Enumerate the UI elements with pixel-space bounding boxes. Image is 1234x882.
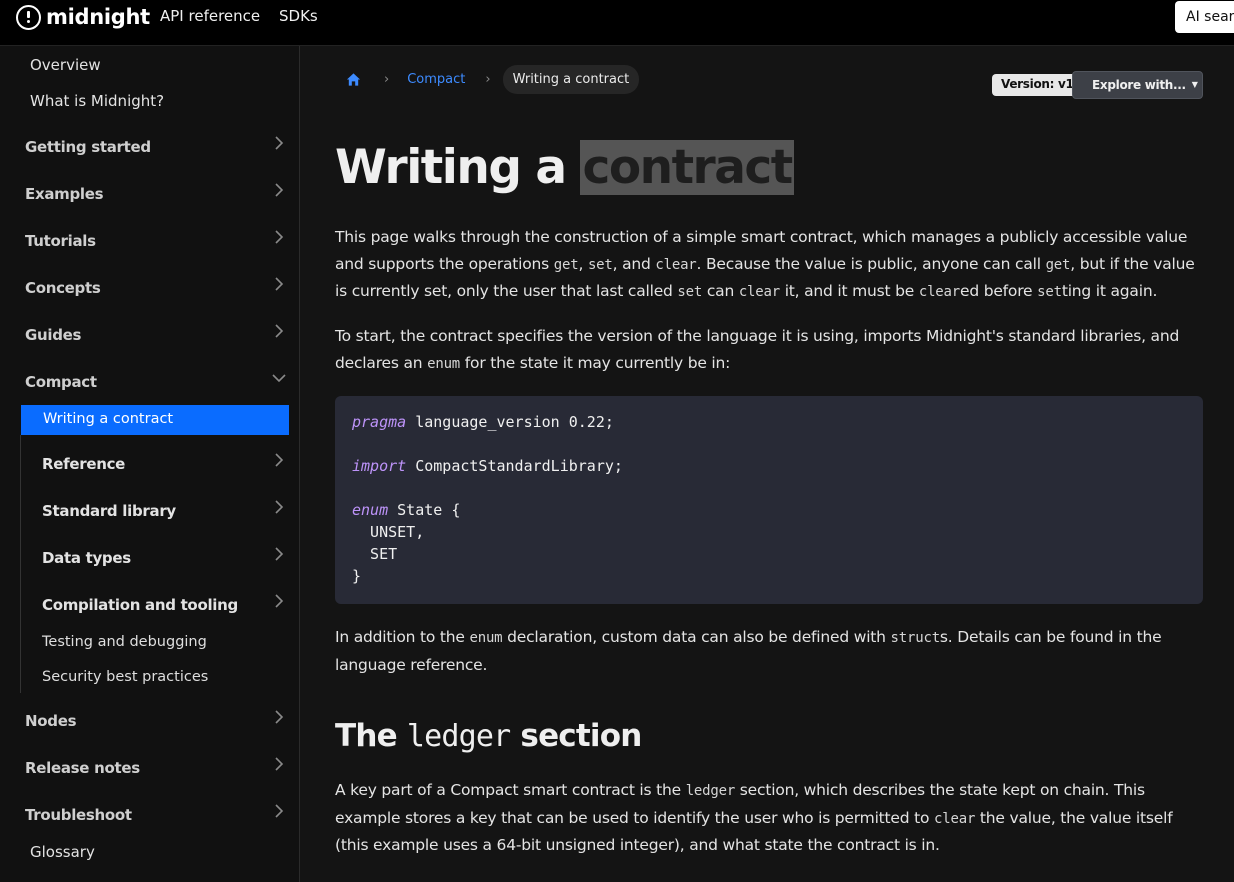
nav-sdks[interactable]: SDKs [279, 7, 318, 25]
explore-with-label: Explore with... [1092, 78, 1186, 92]
page-title-main: Writing a [335, 140, 567, 195]
breadcrumb-compact[interactable]: Compact [407, 72, 465, 87]
sidebar-item-compilation-and-tooling[interactable]: Compilation and tooling [42, 596, 238, 614]
sidebar-item-compact[interactable]: Compact [25, 373, 97, 391]
sidebar-item-reference[interactable]: Reference [42, 455, 125, 473]
breadcrumb: › Compact › Writing a contract [346, 64, 640, 94]
breadcrumb-current: Writing a contract [502, 64, 640, 94]
sidebar-item-guides[interactable]: Guides [25, 326, 81, 344]
ledger-paragraph: A key part of a Compact smart contract i… [335, 781, 1173, 854]
midnight-logo-icon [16, 4, 41, 30]
chevron-right-icon[interactable] [272, 757, 286, 771]
chevron-down-icon[interactable] [272, 371, 286, 385]
breadcrumb-separator-icon: › [384, 71, 390, 87]
explore-with-button[interactable]: Explore with... ▼ [1072, 71, 1203, 99]
sidebar-item-getting-started[interactable]: Getting started [25, 138, 151, 156]
sidebar-item-standard-library[interactable]: Standard library [42, 502, 176, 520]
chevron-right-icon[interactable] [272, 183, 286, 197]
sidebar-item-nodes[interactable]: Nodes [25, 712, 77, 730]
version-badge[interactable]: Version: v1 [992, 74, 1083, 96]
caret-down-icon: ▼ [1191, 80, 1198, 89]
top-navbar: midnight API reference SDKs AI search [0, 0, 1234, 46]
start-paragraph: To start, the contract specifies the ver… [335, 327, 1180, 372]
sidebar-item-what-is-midnight[interactable]: What is Midnight? [30, 92, 164, 110]
chevron-right-icon[interactable] [272, 804, 286, 818]
home-icon[interactable] [346, 72, 361, 87]
code-line: SET [352, 545, 398, 563]
code-line: enum State { [352, 501, 461, 519]
code-line: import CompactStandardLibrary; [352, 457, 623, 475]
chevron-right-icon[interactable] [272, 453, 286, 467]
struct-paragraph: In addition to the enum declaration, cus… [335, 628, 1162, 674]
sidebar-item-glossary[interactable]: Glossary [30, 843, 95, 861]
chevron-right-icon[interactable] [272, 500, 286, 514]
section-heading-ledger: The ledger section [335, 718, 642, 754]
main-content: › Compact › Writing a contract Version: … [300, 46, 1234, 882]
page-title-highlight: contract [580, 140, 794, 195]
breadcrumb-separator-icon: › [485, 71, 491, 87]
sidebar-item-data-types[interactable]: Data types [42, 549, 131, 567]
intro-paragraph: This page walks through the construction… [335, 228, 1195, 300]
page-title: Writing a contract [335, 140, 794, 195]
ai-search-button[interactable]: AI search [1175, 1, 1234, 33]
logo-text: midnight [46, 5, 150, 29]
code-block[interactable]: pragma language_version 0.22; import Com… [335, 396, 1203, 604]
nav-api-reference[interactable]: API reference [160, 7, 260, 25]
chevron-right-icon[interactable] [272, 277, 286, 291]
sidebar-item-release-notes[interactable]: Release notes [25, 759, 140, 777]
sidebar-item-concepts[interactable]: Concepts [25, 279, 101, 297]
code-line: } [352, 567, 362, 585]
chevron-right-icon[interactable] [272, 136, 286, 150]
code-line: UNSET, [352, 523, 425, 541]
sidebar-item-writing-a-contract[interactable]: Writing a contract [21, 405, 289, 435]
logo[interactable]: midnight [16, 4, 150, 30]
submenu-divider [20, 435, 21, 693]
sidebar-item-examples[interactable]: Examples [25, 185, 104, 203]
chevron-right-icon[interactable] [272, 324, 286, 338]
sidebar-item-troubleshoot[interactable]: Troubleshoot [25, 806, 132, 824]
sidebar-item-testing-and-debugging[interactable]: Testing and debugging [42, 634, 207, 650]
chevron-right-icon[interactable] [272, 594, 286, 608]
sidebar-item-overview[interactable]: Overview [30, 56, 101, 74]
code-line: pragma language_version 0.22; [352, 413, 614, 431]
chevron-right-icon[interactable] [272, 230, 286, 244]
sidebar-item-security-best-practices[interactable]: Security best practices [42, 669, 208, 685]
chevron-right-icon[interactable] [272, 547, 286, 561]
chevron-right-icon[interactable] [272, 710, 286, 724]
sidebar: Overview What is Midnight? Getting start… [0, 46, 300, 882]
sidebar-item-tutorials[interactable]: Tutorials [25, 232, 96, 250]
